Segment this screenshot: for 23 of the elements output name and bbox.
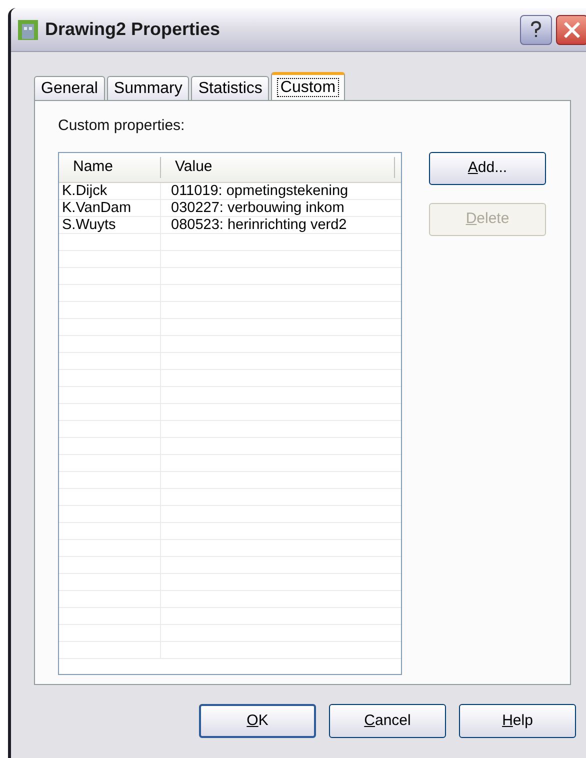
table-cell-text: 080523: herinrichting verd2	[170, 217, 348, 233]
table-cell: K.Dijck	[59, 183, 161, 199]
question-mark-icon	[530, 20, 542, 38]
column-header[interactable]: Value	[161, 157, 395, 178]
tab[interactable]: General	[34, 76, 105, 100]
table-cell-text: 011019: opmetingstekening	[170, 183, 350, 199]
table-cell: K.VanDam	[59, 200, 161, 216]
tab[interactable]: Summary	[106, 76, 190, 100]
tab[interactable]: Statistics	[191, 76, 270, 100]
table-cell: S.Wuyts	[59, 217, 161, 233]
section-label: Custom properties:	[58, 116, 186, 136]
close-button[interactable]	[556, 14, 586, 44]
help-button[interactable]	[520, 14, 552, 44]
tab[interactable]: Custom	[271, 72, 345, 100]
dialog-button[interactable]: Cancel	[329, 704, 446, 738]
column-header[interactable]: Name	[59, 157, 161, 178]
dialog-button[interactable]: OK	[199, 704, 316, 738]
window-title: Drawing2 Properties	[45, 18, 220, 41]
close-icon	[563, 20, 581, 38]
add-button[interactable]: Add...	[429, 152, 546, 185]
dialog-button[interactable]: Help	[459, 704, 576, 738]
building-icon	[17, 18, 39, 40]
table-cell-text: 030227: verbouwing inkom	[170, 200, 346, 216]
